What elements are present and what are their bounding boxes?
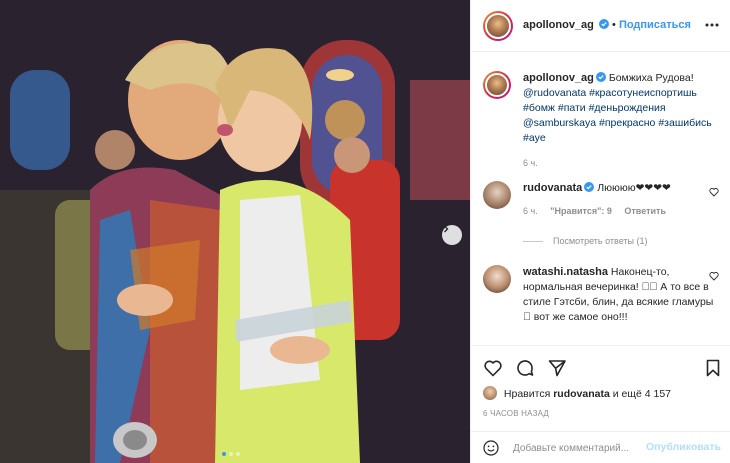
caption-text: Бомжиха Рудова! — [608, 72, 694, 84]
comment-item: watashi.natasha Наконец-то, нормальная в… — [483, 265, 719, 325]
separator-dot: • — [612, 19, 619, 31]
liked-by-suffix[interactable]: и ещё 4 157 — [613, 388, 671, 400]
caption-tag[interactable]: #деньрождения — [589, 102, 666, 114]
post-photo[interactable] — [0, 0, 470, 463]
emoji-icon[interactable] — [483, 440, 499, 456]
verified-icon — [595, 72, 606, 82]
heart-icon[interactable] — [709, 271, 719, 281]
caption-tag[interactable]: @samburskaya — [523, 117, 596, 129]
commenter-avatar[interactable] — [483, 265, 511, 293]
caption: apollonov_ag Бомжиха Рудова! @rudovanata… — [483, 71, 719, 171]
verified-icon — [598, 19, 609, 29]
comments-list: apollonov_ag Бомжиха Рудова! @rudovanata… — [471, 53, 730, 343]
bookmark-icon[interactable] — [703, 358, 723, 378]
caption-tag[interactable]: #пати — [558, 102, 586, 114]
carousel-dot — [236, 452, 240, 456]
comment-likes[interactable]: "Нравится": 9 — [550, 206, 612, 216]
heart-icon[interactable] — [709, 187, 719, 197]
carousel-next-button[interactable] — [442, 225, 462, 245]
share-icon[interactable] — [547, 358, 567, 378]
post-side-panel: apollonov_ag • Подписаться apollonov_ag … — [470, 0, 730, 463]
follow-button[interactable]: Подписаться — [619, 19, 691, 31]
reply-button[interactable]: Ответить — [624, 206, 666, 216]
post-actions: Нравится rudovanata и ещё 4 157 6 ЧАСОВ … — [471, 345, 730, 425]
comment-icon[interactable] — [515, 358, 535, 378]
photo-illustration — [0, 0, 470, 463]
post-time-ago[interactable]: 6 ЧАСОВ НАЗАД — [483, 409, 549, 418]
comment-input[interactable] — [513, 439, 643, 457]
author-avatar[interactable] — [483, 11, 513, 41]
comment-item: rudovanata Люююю❤❤❤❤ 6 ч. "Нравится": 9 … — [483, 181, 719, 219]
verified-icon — [584, 182, 595, 192]
caption-username[interactable]: apollonov_ag — [523, 72, 594, 84]
caption-time[interactable]: 6 ч. — [523, 158, 538, 168]
commenter-avatar[interactable] — [483, 181, 511, 209]
author-avatar[interactable] — [483, 71, 511, 99]
caption-tag[interactable]: #красотунеиспортишь — [589, 87, 697, 99]
carousel-dot — [229, 452, 233, 456]
carousel-dots — [222, 452, 240, 456]
liked-by[interactable]: Нравится rudovanata и ещё 4 157 — [483, 386, 671, 400]
caption-tag[interactable]: #прекрасно — [599, 117, 655, 129]
publish-button[interactable]: Опубликовать — [646, 441, 721, 453]
comment-composer: Опубликовать — [471, 431, 730, 463]
caption-tag[interactable]: @rudovanata — [523, 87, 586, 99]
caption-tag[interactable]: #зашибись — [658, 117, 711, 129]
more-icon[interactable] — [705, 23, 719, 27]
author-username[interactable]: apollonov_ag — [523, 19, 594, 31]
comment-text: Люююю❤❤❤❤ — [597, 182, 671, 194]
view-replies-button[interactable]: Посмотреть ответы (1) — [523, 236, 648, 246]
liked-by-prefix: Нравится — [503, 388, 551, 400]
chevron-right-icon — [444, 225, 449, 233]
comment-time[interactable]: 6 ч. — [523, 206, 538, 216]
liked-by-user[interactable]: rudovanata — [553, 388, 610, 400]
carousel-dot — [222, 452, 226, 456]
comment-username[interactable]: watashi.natasha — [523, 266, 608, 278]
post-header: apollonov_ag • Подписаться — [471, 0, 730, 52]
liker-avatar[interactable] — [483, 386, 497, 400]
comment-username[interactable]: rudovanata — [523, 182, 582, 194]
heart-icon[interactable] — [483, 358, 503, 378]
caption-tag[interactable]: #бомж — [523, 102, 555, 114]
caption-tag[interactable]: #aye — [523, 132, 546, 144]
